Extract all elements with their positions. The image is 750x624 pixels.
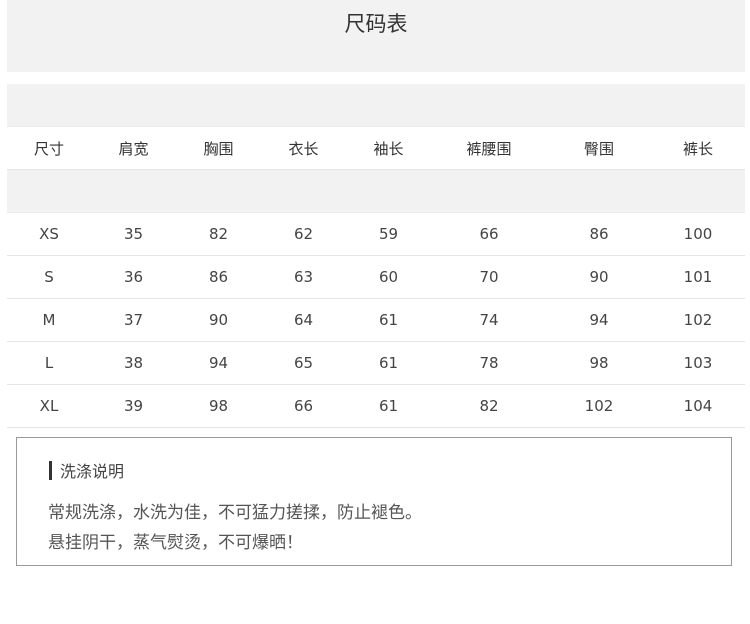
care-instructions-box: 洗涤说明 常规洗涤，水洗为佳，不可猛力搓揉，防止褪色。 悬挂阴干，蒸气熨烫，不可… [16, 437, 732, 566]
table-cell: 70 [479, 268, 499, 286]
table-cell: 104 [683, 397, 713, 415]
table-cell: 94 [208, 354, 229, 372]
table-cell: 66 [479, 225, 499, 243]
spacer-row [7, 84, 745, 127]
page-title: 尺码表 [344, 12, 408, 36]
table-cell: 82 [479, 397, 499, 415]
table-cell: M [42, 311, 56, 329]
table-cell: 59 [378, 225, 399, 243]
table-row: S 36 86 63 60 70 90 101 [7, 256, 745, 299]
table-row: XL 39 98 66 61 82 102 104 [7, 385, 745, 428]
table-cell: 61 [378, 311, 399, 329]
table-cell: 101 [683, 268, 713, 286]
table-cell: 78 [479, 354, 499, 372]
table-cell: 102 [584, 397, 614, 415]
column-header: 衣长 [288, 139, 319, 158]
table-row: M 37 90 64 61 74 94 102 [7, 299, 745, 342]
care-heading: 洗涤说明 [49, 458, 124, 482]
table-cell: 90 [208, 311, 229, 329]
column-header: 肩宽 [118, 139, 149, 158]
column-header: 袖长 [373, 139, 404, 158]
title-bar: 尺码表 [7, 0, 745, 72]
table-cell: 61 [378, 397, 399, 415]
column-header: 胸围 [203, 139, 234, 158]
table-cell: 39 [123, 397, 144, 415]
care-line: 悬挂阴干，蒸气熨烫，不可爆晒！ [48, 533, 303, 553]
table-cell: 65 [293, 354, 314, 372]
column-header: 尺寸 [33, 139, 64, 158]
table-cell: 98 [589, 354, 609, 372]
table-cell: 60 [378, 268, 399, 286]
table-cell: XS [39, 225, 59, 243]
column-header: 裤长 [682, 139, 713, 158]
care-line: 常规洗涤，水洗为佳，不可猛力搓揉，防止褪色。 [48, 503, 422, 523]
table-cell: 74 [479, 311, 499, 329]
care-title: 洗涤说明 [60, 462, 125, 481]
table-cell: 38 [123, 354, 144, 372]
heading-marker [49, 460, 52, 480]
header-row: 尺寸 肩宽 胸围 衣长 袖长 裤腰围 臀围 裤长 [7, 127, 745, 170]
table-cell: 100 [683, 225, 713, 243]
table-cell: 66 [293, 397, 314, 415]
table-cell: 82 [208, 225, 229, 243]
table-cell: 61 [378, 354, 399, 372]
table-row: L 38 94 65 61 78 98 103 [7, 342, 745, 385]
table-cell: 94 [589, 311, 609, 329]
table-cell: 36 [123, 268, 144, 286]
table-cell: 102 [683, 311, 713, 329]
table-row: XS 35 82 62 59 66 86 100 [7, 213, 745, 256]
table-cell: 63 [293, 268, 314, 286]
table-cell: 37 [123, 311, 144, 329]
table-cell: 103 [683, 354, 713, 372]
table-cell: L [44, 354, 54, 372]
table-cell: 35 [123, 225, 144, 243]
table-cell: 98 [208, 397, 229, 415]
column-header: 裤腰围 [466, 139, 512, 158]
table-cell: 62 [293, 225, 314, 243]
column-header: 臀围 [583, 139, 614, 158]
size-table: 尺寸 肩宽 胸围 衣长 袖长 裤腰围 臀围 裤长 XS 35 82 62 59 … [7, 84, 745, 428]
table-cell: 90 [589, 268, 609, 286]
spacer-row [7, 170, 745, 213]
table-cell: 86 [208, 268, 229, 286]
table-cell: 64 [293, 311, 314, 329]
table-cell: S [44, 268, 54, 286]
table-cell: 86 [589, 225, 609, 243]
table-cell: XL [39, 397, 59, 415]
